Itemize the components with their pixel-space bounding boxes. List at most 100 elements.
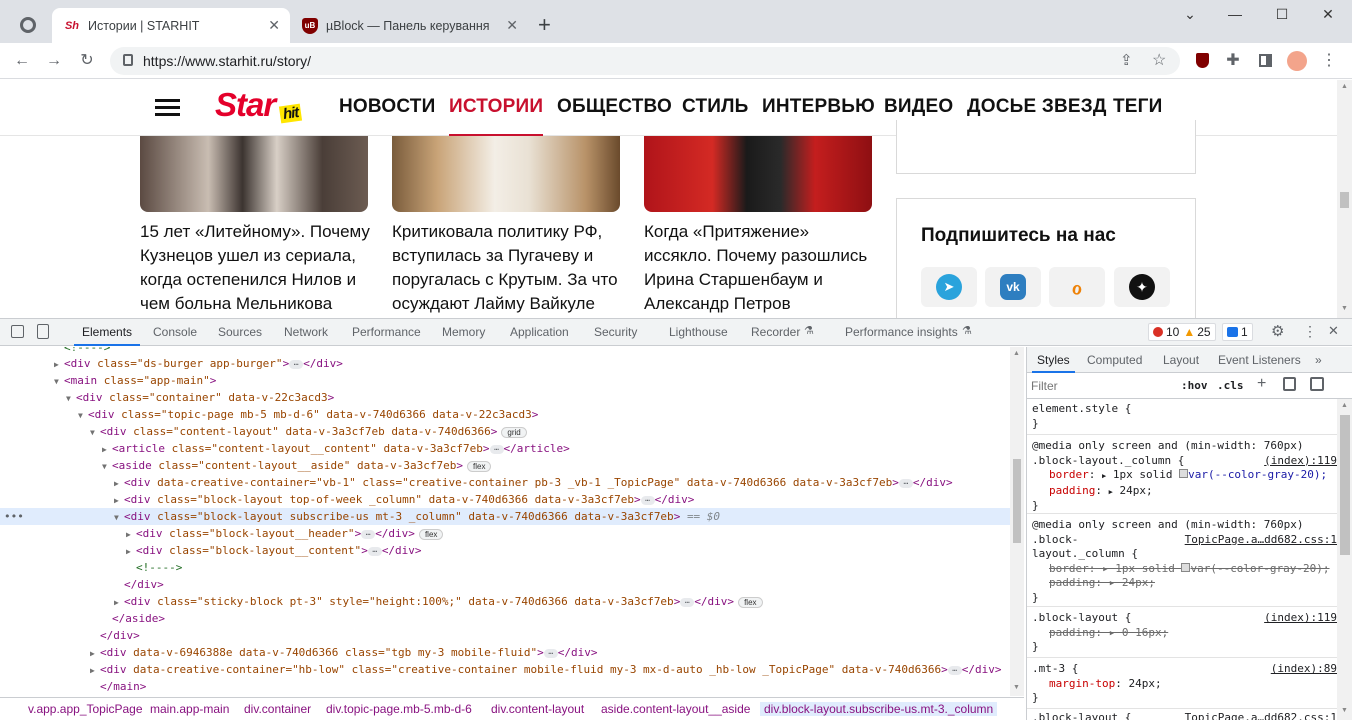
close-devtools-icon[interactable]: ✕ [1328, 323, 1339, 339]
reload-icon[interactable]: ↻ [77, 51, 97, 71]
hov-toggle[interactable]: :hov [1181, 379, 1208, 392]
card-image-3[interactable] [644, 136, 872, 212]
close-tab-icon[interactable]: ✕ [506, 17, 518, 34]
ellipsis-badge[interactable]: … [361, 528, 376, 539]
dom-line[interactable]: </div> [0, 576, 1010, 593]
prop-value[interactable]: 1px solid [1113, 468, 1173, 481]
prop-value[interactable]: 24px; [1128, 677, 1161, 690]
minimize-button[interactable]: — [1220, 6, 1250, 26]
side-panel-icon[interactable] [1255, 51, 1275, 71]
tab-performance-insights[interactable]: Performance insights [845, 325, 958, 339]
tab-event-listeners[interactable]: Event Listeners [1218, 353, 1301, 367]
breadcrumb-item[interactable]: main.app-main [150, 702, 229, 716]
lock-icon[interactable] [123, 54, 133, 66]
ellipsis-badge[interactable]: … [543, 647, 558, 658]
color-swatch-icon[interactable] [1179, 469, 1189, 478]
toggle-sidebar-icon[interactable] [1310, 377, 1324, 391]
tab-ublock[interactable]: uB µBlock — Панель керування ✕ [290, 8, 528, 43]
tab-sources[interactable]: Sources [218, 325, 262, 339]
line-more-icon[interactable]: ••• [4, 508, 24, 525]
card-title-3[interactable]: Когда «Притяжение» иссякло. Почему разош… [644, 220, 874, 316]
expand-triangle-icon[interactable]: ▶ [90, 645, 100, 662]
collapse-triangle-icon[interactable]: ▼ [114, 509, 124, 526]
overridden-prop[interactable]: padding: ▸ 0 16px; [1049, 626, 1168, 639]
nav-star-dossier[interactable]: ДОСЬЕ ЗВЕЗД [967, 96, 1107, 118]
close-tab-icon[interactable]: ✕ [268, 17, 280, 34]
rule-mt-3[interactable]: .mt-3 {(index):89 margin-top: 24px; } [1032, 662, 1337, 706]
dom-line[interactable]: ▶ <div class="block-layout__header">… </di… [0, 525, 1010, 542]
scrollbar-thumb[interactable] [1340, 192, 1349, 208]
flex-badge[interactable]: flex [738, 596, 763, 608]
nav-interview[interactable]: ИНТЕРВЬЮ [762, 96, 875, 118]
menu-kebab-icon[interactable]: ⋮ [1319, 51, 1339, 71]
expand-triangle-icon[interactable]: ▶ [126, 526, 136, 543]
nav-style[interactable]: СТИЛЬ [682, 96, 749, 118]
dom-line[interactable]: ▶ <div data-creative-container="vb-1" cla… [0, 474, 1010, 491]
device-toolbar-icon[interactable] [37, 324, 49, 339]
page-scrollbar[interactable]: ▲ ▼ [1337, 80, 1352, 318]
dom-line[interactable]: </main> [0, 678, 1010, 695]
overridden-prop[interactable]: border: ▸ 1px solid [1049, 562, 1181, 575]
dom-line[interactable]: ▶ <div class="sticky-block pt-3" style="h… [0, 593, 1010, 610]
nav-society[interactable]: ОБЩЕСТВО [557, 96, 672, 118]
odnoklassniki-icon[interactable]: ℴ [1049, 267, 1105, 307]
close-window-button[interactable]: ✕ [1313, 6, 1343, 26]
rule-element-style[interactable]: element.style { } [1032, 402, 1337, 431]
scrollbar-up-arrow[interactable]: ▲ [1341, 83, 1348, 90]
dom-line[interactable]: ▼ <main class="app-main"> [0, 372, 1010, 389]
breadcrumb-item-active[interactable]: div.block-layout.subscribe-us.mt-3._colu… [760, 702, 998, 716]
elements-scrollbar[interactable]: ▲ ▼ [1010, 347, 1024, 696]
expand-triangle-icon[interactable]: ▶ [114, 492, 124, 509]
elements-tree[interactable]: <!----> ▶ <div class="ds-burger app-burge… [0, 347, 1010, 696]
dom-line[interactable]: ▶ <div data-v-6946388e data-v-740d6366 cl… [0, 644, 1010, 661]
source-link[interactable]: (index):89 [1271, 662, 1337, 677]
share-icon[interactable]: ⇪ [1120, 51, 1133, 69]
scrollbar-down-arrow[interactable]: ▼ [1341, 707, 1348, 714]
tab-console[interactable]: Console [153, 325, 197, 339]
scrollbar-down-arrow[interactable]: ▼ [1341, 305, 1348, 312]
forward-icon[interactable]: → [44, 51, 64, 71]
styles-scrollbar[interactable]: ▲ ▼ [1337, 399, 1352, 720]
dom-line[interactable]: ▶ <div class="block-layout top-of-week _c… [0, 491, 1010, 508]
ellipsis-badge[interactable]: … [680, 596, 695, 607]
prop-var[interactable]: var(--color-gray-20); [1188, 468, 1327, 481]
collapse-triangle-icon[interactable]: ▼ [78, 407, 88, 424]
extensions-puzzle-icon[interactable]: ✚ [1223, 51, 1243, 71]
collapse-triangle-icon[interactable]: ▼ [54, 373, 64, 390]
rule-block-layout-column-css[interactable]: @media only screen and (min-width: 760px… [1032, 518, 1337, 605]
tab-lighthouse[interactable]: Lighthouse [669, 325, 728, 339]
prop-name[interactable]: border [1049, 468, 1089, 481]
card-image-2[interactable] [392, 136, 620, 212]
breadcrumb-item[interactable]: div.container [244, 702, 311, 716]
scrollbar-up-arrow[interactable]: ▲ [1341, 402, 1348, 409]
cls-toggle[interactable]: .cls [1217, 379, 1244, 392]
dom-line[interactable]: </aside> [0, 610, 1010, 627]
tab-recorder[interactable]: Recorder [751, 325, 800, 339]
tab-memory[interactable]: Memory [442, 325, 485, 339]
ublock-extension-icon[interactable] [1192, 51, 1212, 71]
overridden-var[interactable]: var(--color-gray-20); [1190, 562, 1329, 575]
tab-network[interactable]: Network [284, 325, 328, 339]
card-title-1[interactable]: 15 лет «Литейному». Почему Кузнецов ушел… [140, 220, 380, 316]
ellipsis-badge[interactable]: … [640, 494, 655, 505]
rule-block-layout-column[interactable]: @media only screen and (min-width: 760px… [1032, 439, 1337, 514]
maximize-button[interactable]: ☐ [1267, 6, 1297, 26]
settings-gear-icon[interactable]: ⚙ [1271, 322, 1284, 340]
dom-line[interactable]: ▶ <div class="ds-burger app-burger">… </di… [0, 355, 1010, 372]
add-rule-icon[interactable]: + [1257, 375, 1266, 393]
issues-counter[interactable]: 10 ▲ 25 [1148, 323, 1216, 341]
messages-counter[interactable]: 1 [1222, 323, 1253, 341]
breadcrumb-item[interactable]: aside.content-layout__aside [601, 702, 750, 716]
scrollbar-thumb[interactable] [1340, 415, 1350, 555]
inspect-element-icon[interactable] [11, 325, 24, 338]
bookmark-star-icon[interactable]: ☆ [1152, 50, 1166, 70]
ellipsis-badge[interactable]: … [898, 477, 913, 488]
profile-avatar[interactable] [1287, 51, 1307, 71]
source-link[interactable]: TopicPage.a…dd682.css:1 [1185, 533, 1337, 548]
expand-triangle-icon[interactable]: ▶ [54, 356, 64, 373]
collapse-triangle-icon[interactable]: ▼ [90, 424, 100, 441]
nav-news[interactable]: НОВОСТИ [339, 96, 435, 118]
tab-layout[interactable]: Layout [1163, 353, 1199, 367]
dom-line[interactable]: ▼ <aside class="content-layout__aside" da… [0, 457, 1010, 474]
source-link[interactable]: (index):119 [1264, 611, 1337, 626]
